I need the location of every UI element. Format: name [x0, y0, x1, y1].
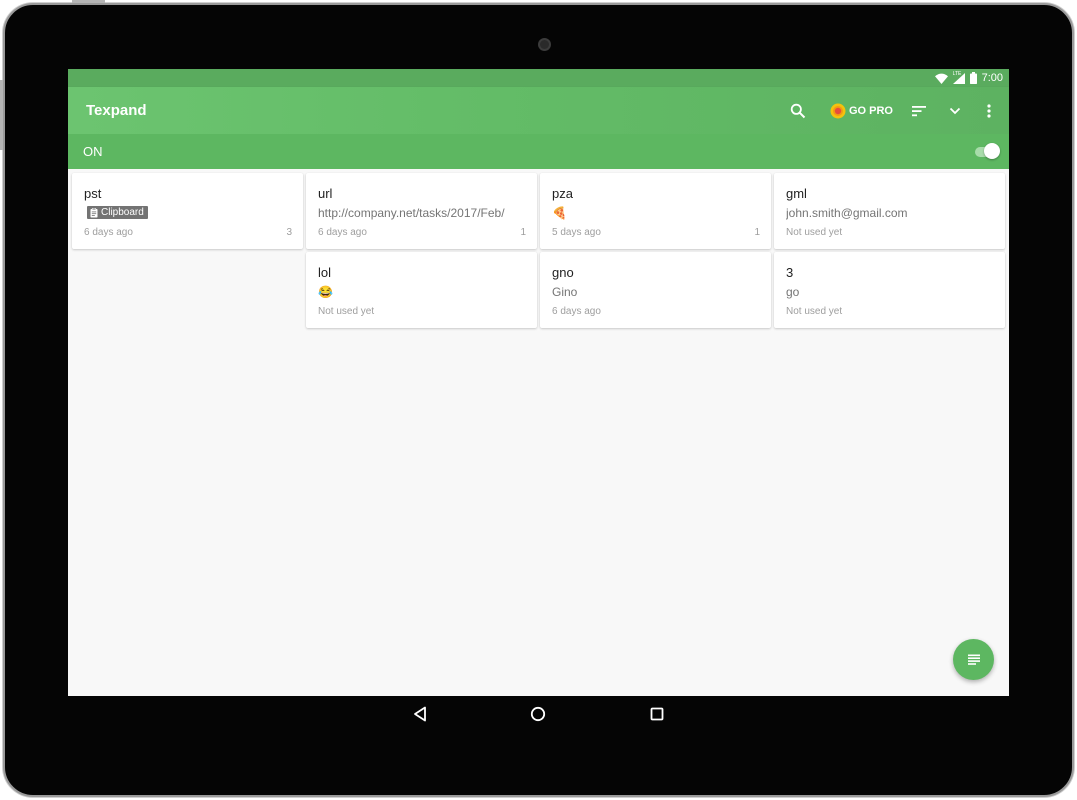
- toggle-label: ON: [83, 144, 103, 159]
- badge-label: Clipboard: [101, 207, 144, 218]
- card-last-used: Not used yet: [786, 227, 843, 238]
- card-usage-count: 1: [754, 227, 760, 238]
- chevron-down-icon: [949, 107, 961, 114]
- card-phrase: http://company.net/tasks/2017/Feb/: [318, 206, 505, 220]
- back-button[interactable]: [410, 704, 430, 724]
- gopro-sun-icon: [830, 103, 846, 118]
- sort-button[interactable]: [901, 87, 937, 134]
- add-phrase-fab[interactable]: [953, 639, 994, 680]
- card-last-used: 6 days ago: [552, 306, 601, 317]
- status-bar: LTE 7:00: [68, 69, 1009, 87]
- search-button[interactable]: [780, 87, 816, 134]
- app-bar: Texpand GO PRO: [68, 87, 1009, 134]
- clipboard-badge: Clipboard: [87, 206, 148, 219]
- more-vert-icon: [987, 103, 991, 118]
- card-last-used: 6 days ago: [84, 227, 133, 238]
- wifi-icon: [934, 73, 948, 84]
- power-button: [72, 0, 105, 3]
- go-pro-button[interactable]: GO PRO: [822, 87, 901, 134]
- card-shortcut: url: [318, 186, 333, 201]
- card-shortcut: gno: [552, 265, 574, 280]
- card-last-used: 6 days ago: [318, 227, 367, 238]
- card-usage-count: 3: [286, 227, 292, 238]
- home-icon: [530, 706, 546, 722]
- phrase-card-gno[interactable]: gno Gino 6 days ago: [540, 252, 771, 328]
- phrase-card-url[interactable]: url http://company.net/tasks/2017/Feb/ 6…: [306, 173, 537, 249]
- recents-button[interactable]: [647, 704, 667, 724]
- app-title: Texpand: [86, 102, 147, 119]
- phrase-card-lol[interactable]: lol 😂 Not used yet: [306, 252, 537, 328]
- switch-thumb: [984, 143, 1000, 159]
- card-shortcut: 3: [786, 265, 794, 280]
- card-phrase: go: [786, 285, 800, 299]
- battery-icon: [969, 72, 977, 84]
- recents-icon: [650, 707, 664, 721]
- toggle-bar: ON: [68, 134, 1009, 169]
- card-phrase: john.smith@gmail.com: [786, 206, 908, 220]
- signal-icon: LTE: [952, 70, 965, 84]
- screen: LTE 7:00 Texpand GO PRO ON pst Clipboard…: [68, 69, 1009, 696]
- volume-button: [0, 80, 3, 150]
- enable-switch[interactable]: [975, 143, 1000, 159]
- card-phrase: Gino: [552, 285, 578, 299]
- navigation-bar: [68, 696, 1009, 732]
- card-shortcut: pst: [84, 186, 102, 201]
- card-last-used: Not used yet: [318, 306, 375, 317]
- card-usage-count: 1: [520, 227, 526, 238]
- home-button[interactable]: [528, 704, 548, 724]
- card-shortcut: pza: [552, 186, 573, 201]
- card-last-used: 5 days ago: [552, 227, 601, 238]
- sort-icon: [912, 105, 926, 116]
- phrase-card-gml[interactable]: gml john.smith@gmail.com Not used yet: [774, 173, 1005, 249]
- clipboard-icon: [90, 207, 98, 217]
- phrase-card-3[interactable]: 3 go Not used yet: [774, 252, 1005, 328]
- network-label: LTE: [952, 70, 962, 77]
- card-phrase: 🍕: [552, 206, 567, 220]
- camera: [538, 38, 551, 51]
- more-options-button[interactable]: [973, 87, 1005, 134]
- card-phrase: 😂: [318, 285, 333, 299]
- card-last-used: Not used yet: [786, 306, 843, 317]
- search-icon: [790, 103, 806, 118]
- go-pro-label: GO PRO: [848, 104, 893, 117]
- collapse-button[interactable]: [937, 87, 973, 134]
- card-shortcut: gml: [786, 186, 807, 201]
- status-time: 7:00: [981, 72, 1003, 84]
- card-shortcut: lol: [318, 265, 332, 280]
- phrase-card-pza[interactable]: pza 🍕 5 days ago 1: [540, 173, 771, 249]
- notes-icon: [967, 654, 980, 665]
- phrase-card-pst[interactable]: pst Clipboard 6 days ago 3: [72, 173, 303, 249]
- back-icon: [414, 706, 426, 722]
